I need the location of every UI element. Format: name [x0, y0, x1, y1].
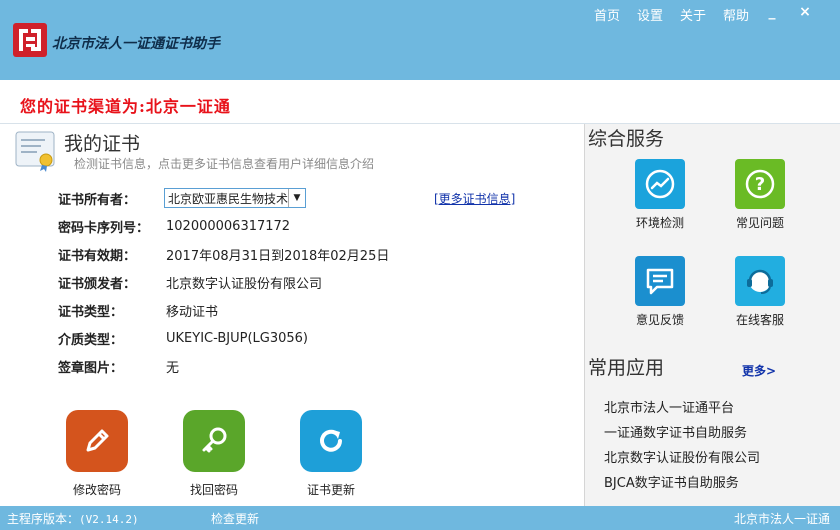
app-link-self-service[interactable]: 一证通数字证书自助服务: [604, 422, 747, 441]
channel-bar: 您的证书渠道为:北京一证通: [0, 80, 840, 124]
feedback-label: 意见反馈: [635, 313, 684, 327]
recover-password-button[interactable]: [183, 410, 245, 472]
chevron-down-icon[interactable]: ▼: [288, 189, 305, 207]
cert-owner-row: 证书所有者：: [58, 188, 166, 208]
apps-title: 常用应用: [588, 357, 665, 379]
cert-serial-row: 密码卡序列号： 102000006317172: [58, 216, 290, 236]
media-type-row: 介质类型： UKEYIC-BJUP(LG3056): [58, 328, 308, 348]
my-cert-panel: 我的证书 检测证书信息，点击更多证书信息查看用户详细信息介绍 证书所有者： 北京…: [0, 124, 584, 506]
seal-image-label: 签章图片：: [58, 360, 124, 376]
services-title: 综合服务: [588, 128, 665, 150]
seal-image-value: 无: [166, 360, 180, 376]
cert-serial-label: 密码卡序列号：: [58, 220, 150, 236]
check-update-link[interactable]: 检查更新: [211, 510, 259, 527]
services-panel: 综合服务 环境检测 ? 常见问题 意见反馈 在线客服 常用应用 更多> 北京市法…: [584, 124, 840, 506]
feedback-button[interactable]: [635, 256, 685, 306]
app-link-bjca-self-service[interactable]: BJCA数字证书自助服务: [604, 472, 739, 491]
channel-text: 您的证书渠道为:北京一证通: [20, 97, 231, 116]
seal-image-row: 签章图片： 无: [58, 356, 179, 376]
headset-icon: [747, 269, 773, 294]
nav-help[interactable]: 帮助: [723, 5, 749, 24]
change-password-button[interactable]: [66, 410, 128, 472]
media-type-value: UKEYIC-BJUP(LG3056): [166, 330, 308, 346]
status-brand: 北京市法人一证通: [733, 512, 830, 526]
cert-validity-value: 2017年08月31日到2018年02月25日: [166, 248, 390, 264]
cert-type-label: 证书类型：: [58, 304, 124, 320]
nav-about[interactable]: 关于: [680, 5, 706, 24]
faq-label: 常见问题: [735, 216, 784, 230]
cert-validity-label: 证书有效期：: [58, 248, 137, 264]
cert-owner-select[interactable]: 北京欧亚惠民生物技术 ▼: [164, 188, 306, 208]
certificate-icon: [15, 131, 55, 172]
top-nav: 首页 设置 关于 帮助: [594, 5, 766, 24]
nav-home[interactable]: 首页: [594, 5, 620, 24]
cert-owner-value: 北京欧亚惠民生物技术: [168, 191, 288, 206]
svg-text:?: ?: [755, 174, 765, 195]
cert-issuer-label: 证书颁发者：: [58, 276, 137, 292]
online-support-label: 在线客服: [735, 313, 784, 327]
my-cert-title: 我的证书: [64, 133, 141, 155]
pencil-icon: [86, 429, 109, 452]
app-link-platform[interactable]: 北京市法人一证通平台: [604, 397, 734, 416]
cert-owner-label: 证书所有者：: [58, 192, 137, 208]
cert-type-value: 移动证书: [166, 304, 219, 320]
nav-settings[interactable]: 设置: [637, 5, 663, 24]
version-value: (V2.14.2): [79, 513, 139, 526]
close-button[interactable]: ×: [796, 3, 814, 21]
cert-validity-row: 证书有效期： 2017年08月31日到2018年02月25日: [58, 244, 389, 264]
online-support-button[interactable]: [735, 256, 785, 306]
chat-bubble-icon: [646, 268, 674, 295]
cert-serial-value: 102000006317172: [166, 218, 291, 234]
faq-button[interactable]: ?: [735, 159, 785, 209]
env-check-button[interactable]: [635, 159, 685, 209]
cert-update-button[interactable]: [300, 410, 362, 472]
gauge-icon: [645, 169, 675, 199]
minimize-button[interactable]: _: [763, 3, 781, 21]
refresh-icon: [320, 429, 342, 452]
more-apps-link[interactable]: 更多>: [742, 362, 776, 379]
version-info: 主程序版本：(V2.14.2): [7, 510, 139, 527]
env-check-label: 环境检测: [635, 216, 684, 230]
cert-issuer-row: 证书颁发者： 北京数字认证股份有限公司: [58, 272, 322, 292]
cert-issuer-value: 北京数字认证股份有限公司: [166, 276, 323, 292]
app-logo-icon: [13, 23, 47, 57]
key-icon: [202, 427, 227, 453]
title-bar: 北京市法人一证通证书助手 首页 设置 关于 帮助 _ ×: [0, 0, 840, 80]
version-label: 主程序版本：: [7, 512, 80, 526]
recover-password-label: 找回密码: [189, 483, 238, 497]
media-type-label: 介质类型：: [58, 332, 124, 348]
cert-type-row: 证书类型： 移动证书: [58, 300, 218, 320]
change-password-label: 修改密码: [72, 483, 121, 497]
app-title: 北京市法人一证通证书助手: [52, 36, 220, 52]
cert-update-label: 证书更新: [306, 483, 355, 497]
app-link-bjca-company[interactable]: 北京数字认证股份有限公司: [604, 447, 760, 466]
status-bar: 主程序版本：(V2.14.2) 检查更新 北京市法人一证通: [0, 506, 840, 530]
more-cert-info-link[interactable]: [更多证书信息]: [434, 190, 515, 207]
my-cert-subtitle: 检测证书信息，点击更多证书信息查看用户详细信息介绍: [74, 157, 375, 171]
question-icon: ?: [745, 169, 775, 199]
